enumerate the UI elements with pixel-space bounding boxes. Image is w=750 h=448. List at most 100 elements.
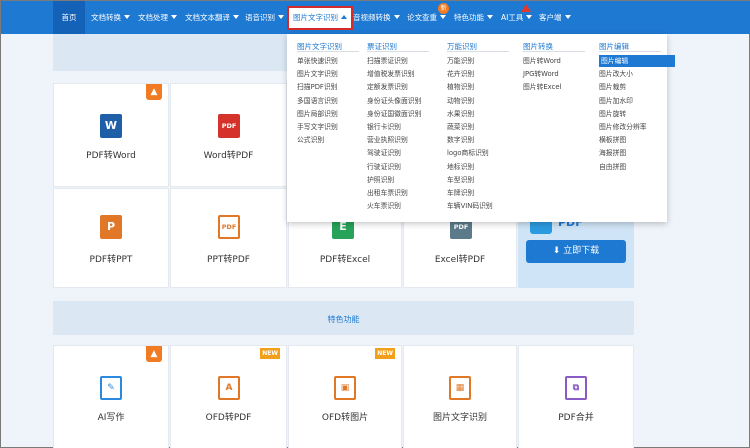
dropdown-item[interactable]: 地标识别	[447, 161, 474, 173]
card-label: Excel转PDF	[434, 255, 486, 265]
dropdown-item[interactable]: 公式识别	[297, 134, 324, 146]
word-icon: W	[100, 114, 122, 138]
dropdown-item[interactable]: 海报拼图	[599, 147, 626, 159]
card-ai-writing[interactable]: ▲ ✎ AI写作	[53, 345, 169, 448]
chevron-down-icon	[278, 15, 284, 19]
new-badge: NEW	[260, 348, 280, 359]
dropdown-item[interactable]: 图片修改分辨率	[599, 121, 647, 133]
dropdown-item[interactable]: 增值税发票识别	[367, 68, 415, 80]
download-icon: ⬇	[552, 246, 564, 256]
dropdown-item[interactable]: 图片裁剪	[599, 81, 626, 93]
ppt-icon: P	[100, 215, 122, 239]
dropdown-item[interactable]: JPG转Word	[523, 68, 559, 80]
dropdown-item[interactable]: 横板拼图	[599, 134, 626, 146]
dropdown-item[interactable]: 图片加水印	[599, 95, 633, 107]
dropdown-item[interactable]: 图片文字识别	[297, 68, 338, 80]
dropdown-item[interactable]: 银行卡识别	[367, 121, 401, 133]
dropdown-item[interactable]: 动物识别	[447, 95, 474, 107]
image-icon: ▣	[334, 376, 356, 400]
card-pdf-to-ppt[interactable]: P PDF转PPT	[53, 188, 169, 288]
dropdown-item[interactable]: 车型识别	[447, 174, 474, 186]
dropdown-item[interactable]: 图片局部识别	[297, 108, 338, 120]
new-badge: 新	[438, 3, 449, 14]
nav-doc-translate[interactable]: 文档文本翻译	[185, 1, 239, 34]
nav-voice-recognition[interactable]: 语音识别	[245, 1, 284, 34]
divider	[367, 51, 429, 52]
image-ocr-dropdown-menu: 图片文字识别 单张快速识别 图片文字识别 扫描PDF识别 多国语言识别 图片局部识别 手写文…	[287, 34, 675, 222]
dropdown-item[interactable]: 图片改大小	[599, 68, 633, 80]
chevron-down-icon	[124, 15, 130, 19]
dropdown-item[interactable]: 图片转Excel	[523, 81, 561, 93]
nav-client[interactable]: 客户端	[539, 1, 571, 34]
nav-av-convert[interactable]: 音视频转换	[353, 1, 400, 34]
new-badge: NEW	[375, 348, 395, 359]
card-label: PDF合并	[558, 413, 594, 423]
dropdown-item[interactable]: 火车票识别	[367, 200, 401, 212]
card-ppt-to-pdf[interactable]: PDF PPT转PDF	[170, 188, 287, 288]
pdf-icon: PDF	[218, 114, 240, 138]
chevron-down-icon	[393, 15, 400, 19]
nav-image-ocr[interactable]: 图片文字识别	[287, 6, 353, 30]
dropdown-item[interactable]: 万能识别	[447, 55, 474, 67]
card-label: 图片文字识别	[432, 413, 487, 423]
card-label: PDF转Word	[86, 151, 136, 161]
download-button[interactable]: ⬇ 立即下载	[526, 240, 626, 263]
dropdown-item[interactable]: 自由拼图	[599, 161, 626, 173]
dropdown-item[interactable]: 多国语言识别	[297, 95, 338, 107]
chevron-down-icon	[526, 15, 533, 19]
dropdown-item[interactable]: 图片编辑	[599, 55, 675, 67]
hot-icon: ▲	[146, 346, 162, 362]
section-title: 特色功能	[327, 315, 360, 324]
card-label: OFD转图片	[321, 413, 369, 423]
card-word-to-pdf[interactable]: PDF Word转PDF	[170, 83, 287, 187]
dropdown-item[interactable]: 图片旋转	[599, 108, 626, 120]
card-label: Word转PDF	[203, 151, 254, 161]
dropdown-item[interactable]: 花卉识别	[447, 68, 474, 80]
dropdown-item[interactable]: 行驶证识别	[367, 161, 401, 173]
card-label: AI写作	[97, 413, 125, 423]
divider	[447, 51, 509, 52]
card-ofd-to-image[interactable]: NEW ▣ OFD转图片	[288, 345, 402, 448]
top-nav: 首页 文档转换 文档处理 文档文本翻译 语音识别 图片文字识别 音视频转换 论文…	[1, 1, 750, 34]
dropdown-item[interactable]: 手写文字识别	[297, 121, 338, 133]
dropdown-item[interactable]: logo商标识别	[447, 147, 489, 159]
merge-icon: ⧉	[565, 376, 587, 400]
chevron-down-icon	[487, 15, 493, 19]
nav-doc-convert[interactable]: 文档转换	[91, 1, 130, 34]
card-ofd-to-pdf[interactable]: NEW A OFD转PDF	[170, 345, 287, 448]
card-label: PDF转PPT	[89, 255, 133, 265]
card-label: PDF转Excel	[319, 255, 371, 265]
ocr-icon: ▦	[449, 376, 471, 400]
dropdown-item[interactable]: 水果识别	[447, 108, 474, 120]
dropdown-item[interactable]: 数字识别	[447, 134, 474, 146]
dropdown-item[interactable]: 护照识别	[367, 174, 394, 186]
chevron-down-icon	[440, 15, 446, 19]
nav-doc-process[interactable]: 文档处理	[138, 1, 177, 34]
dropdown-item[interactable]: 营业执照识别	[367, 134, 408, 146]
card-label: OFD转PDF	[205, 413, 252, 423]
dropdown-item[interactable]: 定额发票识别	[367, 81, 408, 93]
dropdown-item[interactable]: 驾驶证识别	[367, 147, 401, 159]
nav-home[interactable]: 首页	[53, 1, 85, 34]
nav-featured[interactable]: 特色功能	[454, 1, 493, 34]
divider	[297, 51, 359, 52]
card-pdf-merge[interactable]: ⧉ PDF合并	[518, 345, 634, 448]
pdf-icon: PDF	[218, 215, 240, 239]
hot-icon: ▲	[146, 84, 162, 100]
card-label: PPT转PDF	[207, 255, 250, 265]
dropdown-item[interactable]: 车辆VIN码识别	[447, 200, 493, 212]
dropdown-item[interactable]: 蔬菜识别	[447, 121, 474, 133]
dropdown-item[interactable]: 扫描票证识别	[367, 55, 408, 67]
card-pdf-to-word[interactable]: ▲ W PDF转Word	[53, 83, 169, 187]
dropdown-item[interactable]: 图片转Word	[523, 55, 561, 67]
chevron-up-icon	[341, 15, 347, 19]
dropdown-item[interactable]: 身份证头像面识别	[367, 95, 421, 107]
dropdown-item[interactable]: 单张快速识别	[297, 55, 338, 67]
dropdown-item[interactable]: 身份证国徽面识别	[367, 108, 421, 120]
dropdown-item[interactable]: 扫描PDF识别	[297, 81, 337, 93]
dropdown-item[interactable]: 出租车票识别	[367, 187, 408, 199]
card-image-ocr[interactable]: ▦ 图片文字识别	[403, 345, 517, 448]
divider	[599, 51, 661, 52]
dropdown-item[interactable]: 植物识别	[447, 81, 474, 93]
dropdown-item[interactable]: 车牌识别	[447, 187, 474, 199]
